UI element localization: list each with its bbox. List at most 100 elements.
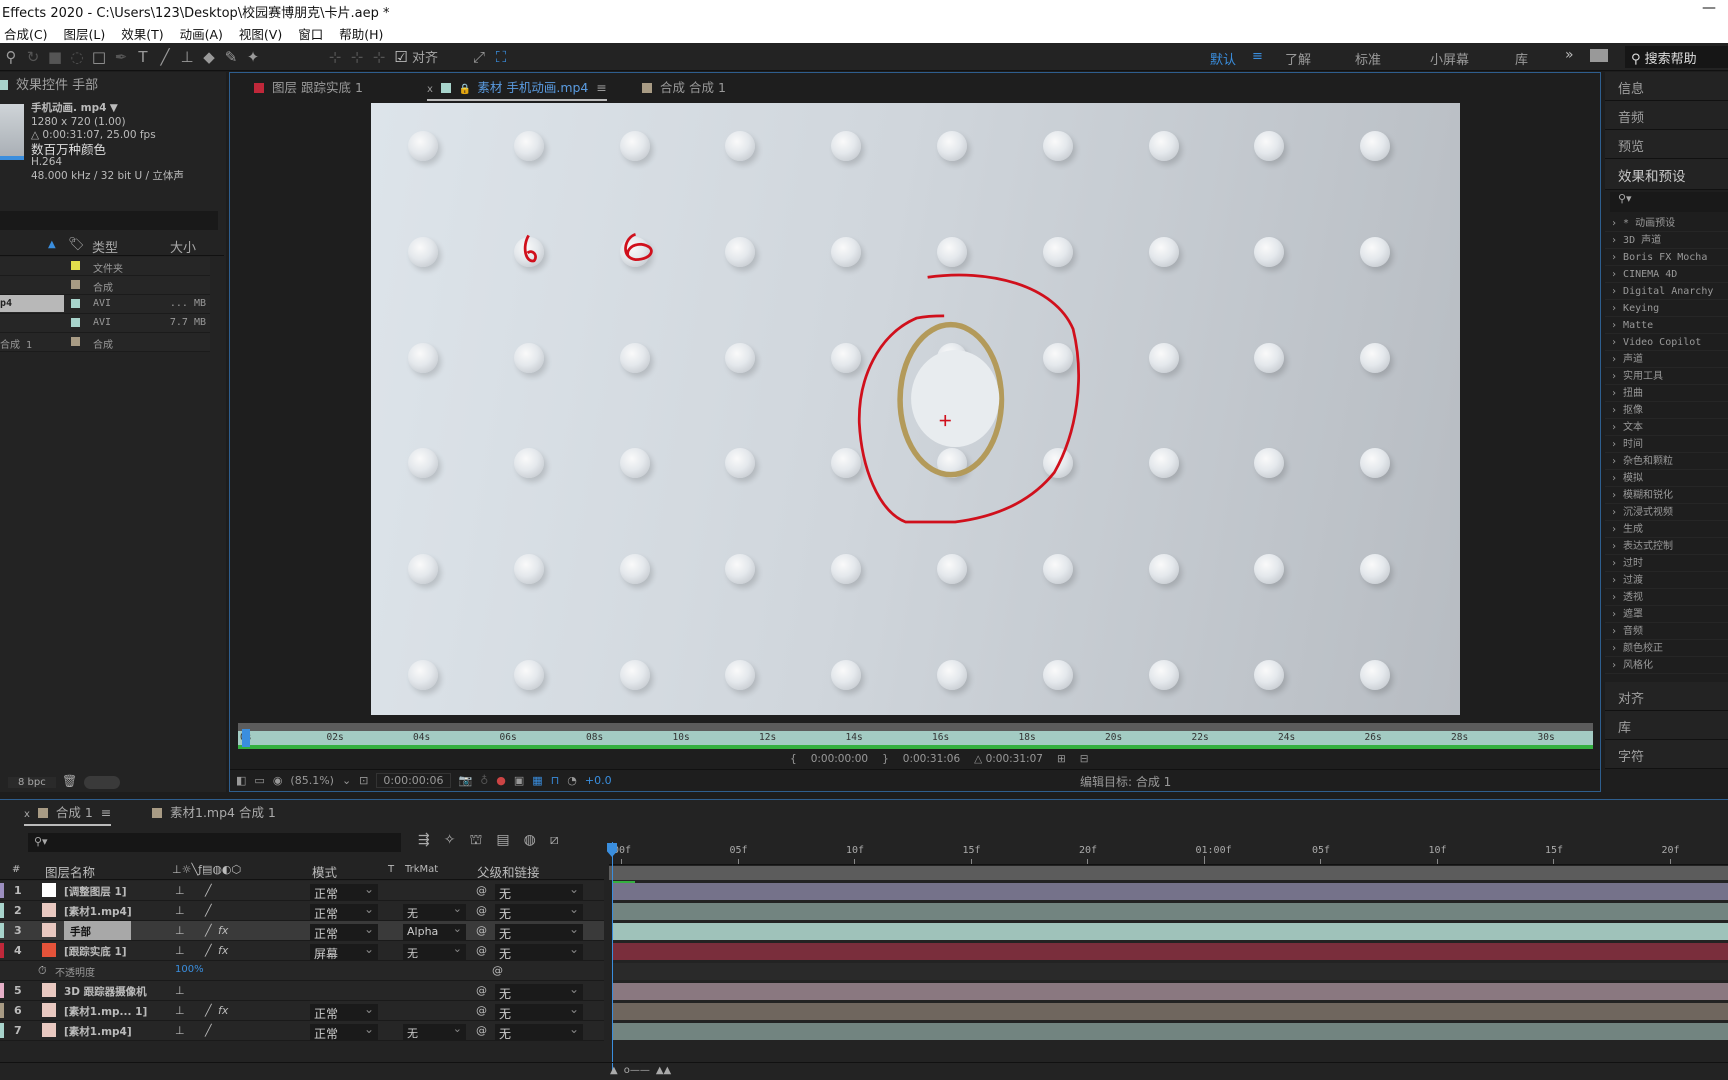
menu-item[interactable]: 动画(A) <box>180 24 223 43</box>
axis-world-icon[interactable]: ⊹ <box>346 48 368 66</box>
guides-icon[interactable]: ⊓ <box>551 774 560 787</box>
label-color[interactable] <box>0 903 4 918</box>
viewer-tab-1[interactable]: x 🔒 素材 手机动画.mp4 ≡ <box>427 77 607 101</box>
current-time-indicator[interactable] <box>612 842 613 1072</box>
menu-item[interactable]: 视图(V) <box>239 24 282 43</box>
menu-item[interactable]: 效果(T) <box>121 24 163 43</box>
zoom-slider-handle[interactable]: o—— <box>624 1065 650 1076</box>
panel-tab[interactable]: 对齐 <box>1605 682 1728 711</box>
effect-category[interactable]: › 3D 声道 <box>1605 232 1728 249</box>
stamp-tool-icon[interactable]: ⊥ <box>176 48 198 66</box>
effect-category[interactable]: › * 动画预设 <box>1605 215 1728 232</box>
set-in-icon[interactable]: { <box>790 753 797 765</box>
rectangle-tool-icon[interactable]: □ <box>88 48 110 66</box>
layer-property-row[interactable]: ⏱ 不透明度 100% @ <box>0 961 604 981</box>
layer-row[interactable]: 7 [素材1.mp4] ⊥ ╱ 正常 无 @ 无 <box>0 1021 604 1041</box>
layer-row[interactable]: 3 手部 ⊥ ╱ fx 正常 Alpha @ 无 <box>0 921 604 941</box>
zoom-slider[interactable]: ▲ o—— ▲▲ <box>610 1065 671 1076</box>
fx-switch-icon[interactable]: fx <box>218 924 228 937</box>
camera-tool-icon[interactable]: ■ <box>44 48 66 66</box>
overlay-edit-icon[interactable]: ⊟ <box>1080 753 1089 765</box>
viewer-tab-2[interactable]: 合成 合成 1 <box>642 77 726 96</box>
layer-row[interactable]: 2 [素材1.mp4] ⊥ ╱ 正常 无 @ 无 <box>0 901 604 921</box>
shy-switch-icon[interactable]: ⊥ <box>175 984 185 997</box>
parent-dropdown[interactable]: 无 <box>495 1002 583 1021</box>
layer-name[interactable]: [素材1.mp4] <box>64 1024 132 1039</box>
pickwhip-icon[interactable]: @ <box>476 884 487 897</box>
reset-exposure-icon[interactable]: ◔ <box>567 774 577 787</box>
channel-icon[interactable]: ● <box>496 774 506 787</box>
effect-controls-tab[interactable]: 效果控件 手部 <box>0 74 98 93</box>
work-area-bar[interactable] <box>609 866 1728 880</box>
zoom-out-icon[interactable]: ▲ <box>610 1065 618 1076</box>
pen-tool-icon[interactable]: ✒ <box>110 48 132 66</box>
effect-category[interactable]: › Matte <box>1605 317 1728 334</box>
parent-dropdown[interactable]: 无 <box>495 922 583 941</box>
workspace-0[interactable]: 默认 <box>1210 49 1236 68</box>
quality-switch-icon[interactable]: ╱ <box>205 944 212 957</box>
quality-switch-icon[interactable]: ╱ <box>205 884 212 897</box>
trkmat-dropdown[interactable]: 无 <box>403 1022 466 1041</box>
motion-blur-icon[interactable]: ◍ <box>524 832 536 850</box>
panel-menu-icon[interactable]: ≡ <box>101 805 111 820</box>
column-mode[interactable]: 模式 <box>312 862 337 881</box>
transparency-grid-icon[interactable]: ▦ <box>532 774 542 787</box>
effect-category[interactable]: › 透视 <box>1605 589 1728 606</box>
composition-flowchart-icon[interactable]: ⇶ <box>418 832 430 850</box>
brush-tool-icon[interactable]: ╱ <box>154 48 176 66</box>
blend-mode-dropdown[interactable]: 正常 <box>310 902 378 921</box>
dropdown-icon[interactable]: ▼ <box>110 102 118 114</box>
effects-presets-title[interactable]: 效果和预设 <box>1605 159 1728 190</box>
mini-timeline[interactable]: 0s02s04s06s08s10s12s14s16s18s20s22s24s26… <box>238 723 1593 753</box>
frame-blending-icon[interactable]: ▤ <box>496 832 509 850</box>
label-color[interactable] <box>0 1023 4 1038</box>
effect-category[interactable]: › 模拟 <box>1605 470 1728 487</box>
pickwhip-icon[interactable]: @ <box>476 944 487 957</box>
sort-arrow-icon[interactable]: ▲ <box>48 239 56 250</box>
timeline-bar[interactable] <box>613 923 1728 940</box>
label-color-swatch[interactable] <box>71 280 80 289</box>
pickwhip-icon[interactable]: @ <box>476 904 487 917</box>
blend-mode-dropdown[interactable]: 正常 <box>310 882 378 901</box>
project-item[interactable]: 合成 <box>0 276 210 295</box>
effect-category[interactable]: › 时间 <box>1605 436 1728 453</box>
effect-category[interactable]: › 过时 <box>1605 555 1728 572</box>
pickwhip-icon[interactable]: @ <box>476 1004 487 1017</box>
layer-name[interactable]: [跟踪实底 1] <box>64 944 127 959</box>
layer-name[interactable]: [素材1.mp4] <box>64 904 132 919</box>
pickwhip-icon[interactable]: @ <box>476 1024 487 1037</box>
effect-category[interactable]: › 风格化 <box>1605 657 1728 674</box>
effect-category[interactable]: › 过渡 <box>1605 572 1728 589</box>
roto-brush-icon[interactable]: ✎ <box>220 48 242 66</box>
viewer-tab-0[interactable]: 图层 跟踪实底 1 <box>254 77 363 96</box>
draft-3d-icon[interactable]: ✧ <box>444 832 456 850</box>
blend-mode-dropdown[interactable]: 正常 <box>310 1022 378 1041</box>
axis-icon[interactable]: ⊹ <box>324 48 346 66</box>
timeline-ruler[interactable]: 00f 05f 10f 15f 20f 01:00f 05f 10f 15f 20f <box>609 841 1728 865</box>
zoom-in-icon[interactable]: ▲▲ <box>656 1065 671 1076</box>
shy-switch-icon[interactable]: ⊥ <box>175 1024 185 1037</box>
label-color[interactable] <box>0 983 4 998</box>
workspace-3[interactable]: 小屏幕 <box>1430 49 1469 68</box>
effect-category[interactable]: › 沉浸式视频 <box>1605 504 1728 521</box>
current-time[interactable]: 0:00:00:06 <box>376 773 451 788</box>
effect-category[interactable]: › 遮罩 <box>1605 606 1728 623</box>
close-tab-icon[interactable]: x <box>24 809 30 820</box>
parent-dropdown[interactable]: 无 <box>495 1022 583 1041</box>
menu-item[interactable]: 合成(C) <box>4 24 47 43</box>
snapshot-icon[interactable]: 📷 <box>459 774 473 787</box>
column-parent[interactable]: 父级和链接 <box>477 862 540 881</box>
column-size[interactable]: 大小 <box>170 237 196 256</box>
mask-visibility-icon[interactable]: ◉ <box>273 774 283 787</box>
project-item[interactable]: AVI 7.7 MB <box>0 314 210 333</box>
property-value[interactable]: 100% <box>175 964 204 975</box>
effect-category[interactable]: › 扭曲 <box>1605 385 1728 402</box>
parent-dropdown[interactable]: 无 <box>495 982 583 1001</box>
trkmat-dropdown[interactable]: Alpha <box>403 922 466 941</box>
more-workspaces-icon[interactable]: » <box>1565 47 1574 63</box>
project-item[interactable]: 文件夹 <box>0 257 210 276</box>
effect-category[interactable]: › Digital Anarchy <box>1605 283 1728 300</box>
effect-category[interactable]: › 声道 <box>1605 351 1728 368</box>
panel-menu-icon[interactable]: ≡ <box>596 80 606 95</box>
blend-mode-dropdown[interactable]: 正常 <box>310 1002 378 1021</box>
